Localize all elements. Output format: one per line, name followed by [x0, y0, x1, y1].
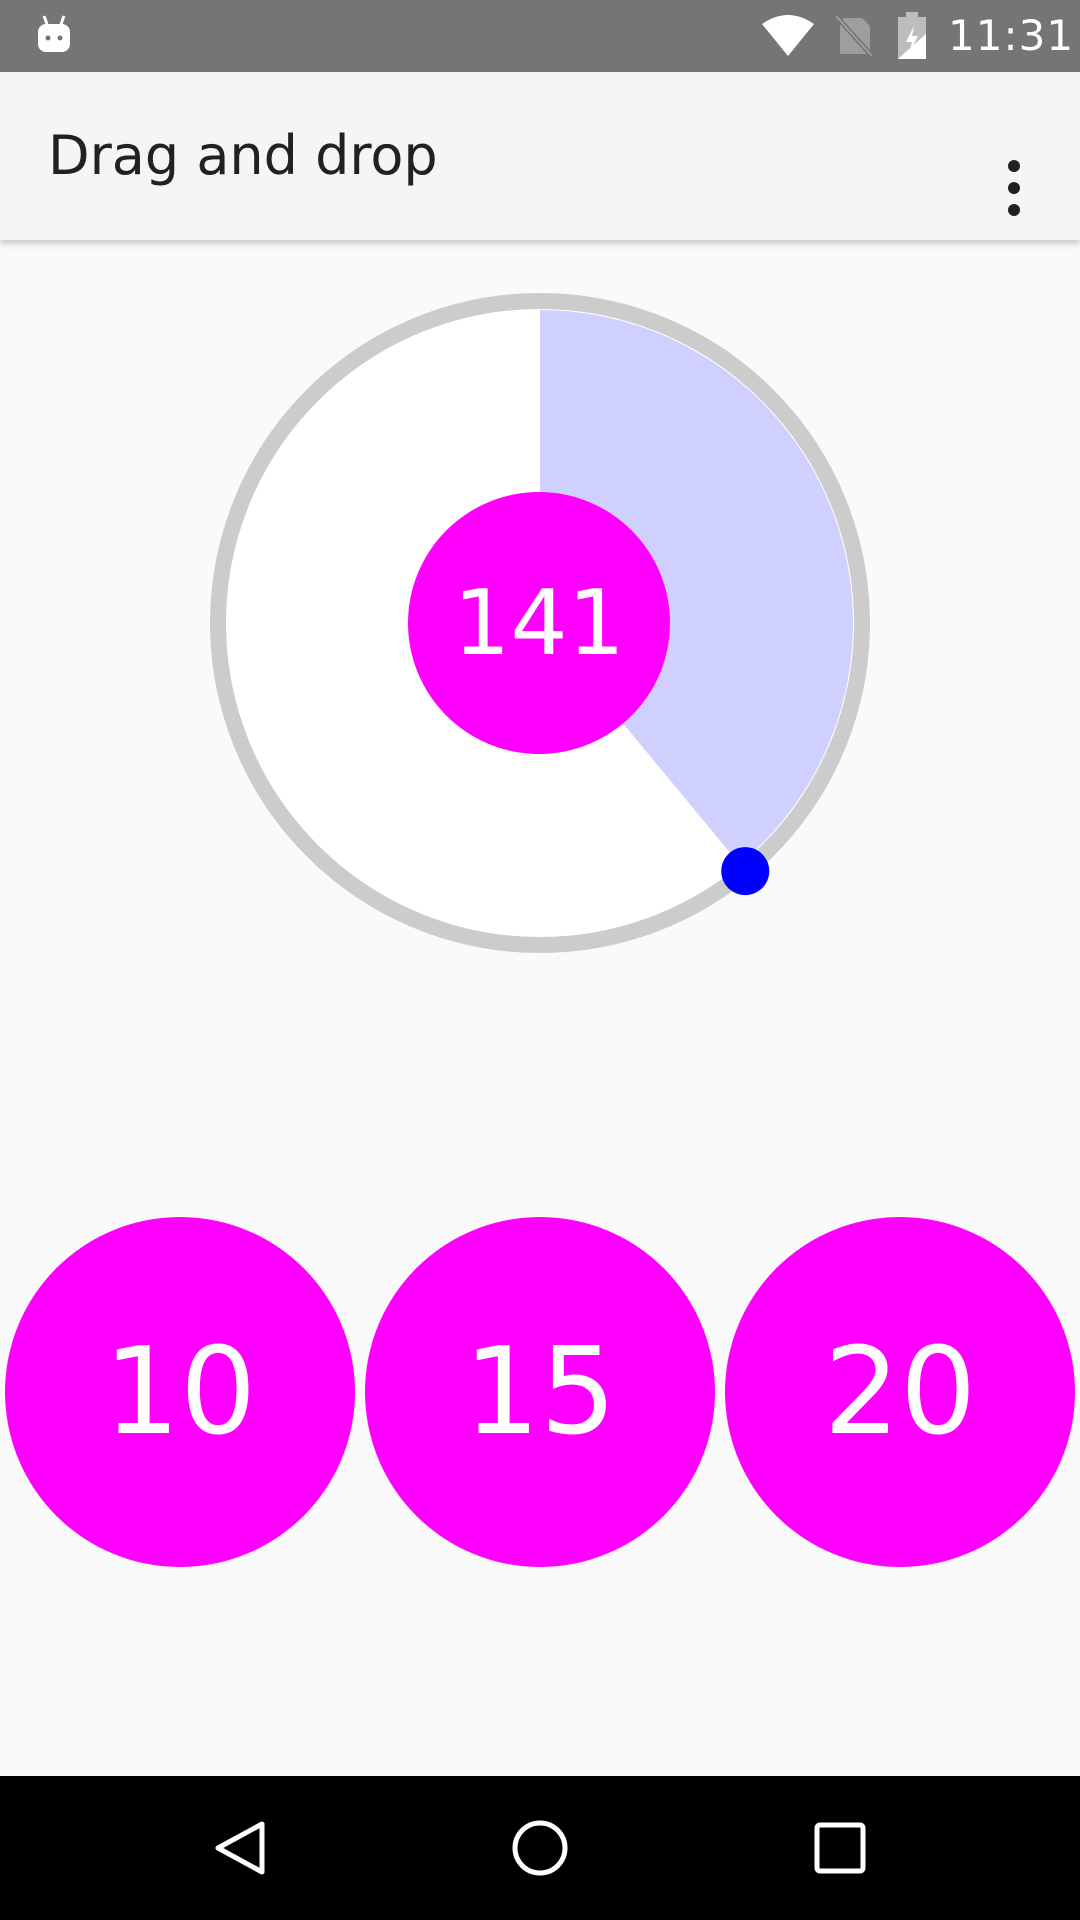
preset-button-15[interactable]: 15 [365, 1217, 715, 1567]
preset-button-20[interactable]: 20 [725, 1217, 1075, 1567]
home-button[interactable] [460, 1776, 620, 1920]
preset-button-10[interactable]: 10 [5, 1217, 355, 1567]
dial-value-text: 141 [453, 570, 625, 676]
back-button[interactable] [160, 1776, 320, 1920]
recents-button[interactable] [760, 1776, 920, 1920]
back-icon [215, 1821, 265, 1875]
navigation-bar [0, 1776, 1080, 1920]
home-icon [512, 1820, 568, 1876]
preset-label: 20 [823, 1322, 977, 1462]
recents-icon [814, 1822, 866, 1874]
preset-label: 10 [103, 1322, 257, 1462]
dial-handle[interactable] [721, 847, 770, 896]
preset-label: 15 [463, 1322, 617, 1462]
dial-value: 141 [408, 492, 670, 754]
